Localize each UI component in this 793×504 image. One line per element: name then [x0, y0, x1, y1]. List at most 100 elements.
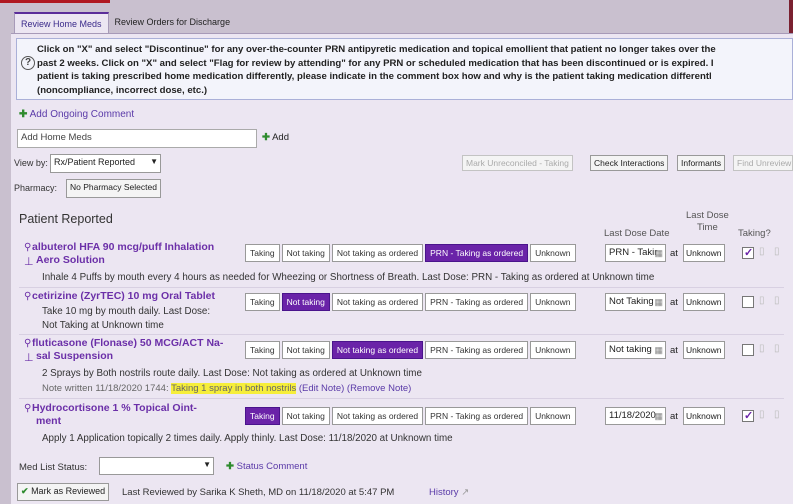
row-divider: [19, 398, 784, 399]
note-highlight: Taking 1 spray in both nostrils: [171, 383, 297, 394]
med-sig: Take 10 mg by mouth daily. Last Dose:: [42, 306, 211, 317]
mark-as-reviewed-button[interactable]: ✔ Mark as Reviewed: [17, 483, 110, 501]
status-prn-taking-as-ordered[interactable]: PRN - Taking as ordered: [425, 293, 529, 311]
tab-review-home-meds[interactable]: Review Home Meds: [14, 12, 109, 34]
med-name[interactable]: fluticasone (Flonase) 50 MCG/ACT Na-: [32, 337, 223, 350]
delete-icon[interactable]: ▯: [774, 246, 780, 257]
status-unknown[interactable]: Unknown: [530, 244, 576, 262]
status-prn-taking-as-ordered[interactable]: PRN - Taking as ordered: [425, 407, 529, 425]
status-not-taking[interactable]: Not taking: [281, 293, 330, 311]
top-accent-bar: [0, 0, 110, 3]
last-dose-time-input[interactable]: Unknown: [683, 341, 725, 359]
plus-icon: ✚: [19, 109, 28, 120]
med-name[interactable]: Hydrocortisone 1 % Topical Oint-: [32, 402, 197, 415]
mark-unreconciled-button[interactable]: Mark Unreconciled - Taking: [462, 155, 573, 171]
view-by-select[interactable]: Rx/Patient Reported ▼: [50, 154, 161, 173]
informants-button[interactable]: Informants: [677, 155, 726, 171]
document-icon[interactable]: ▯: [759, 295, 765, 306]
status-taking[interactable]: Taking: [245, 407, 280, 425]
status-not-taking[interactable]: Not taking: [281, 407, 330, 425]
external-link-icon: ↗: [461, 487, 470, 498]
last-dose-time-input[interactable]: Unknown: [683, 293, 725, 311]
taking-checkbox[interactable]: [742, 296, 754, 308]
column-last-dose-time-line1: Last Dose: [686, 210, 729, 221]
tab-review-orders-for-discharge[interactable]: Review Orders for Discharge: [109, 12, 237, 34]
med-sig: Inhale 4 Puffs by mouth every 4 hours as…: [42, 272, 655, 283]
document-icon[interactable]: ▯: [759, 343, 765, 354]
status-taking[interactable]: Taking: [245, 341, 280, 359]
chevron-down-icon: ▼: [203, 460, 211, 469]
add-home-meds-input[interactable]: Add Home Meds: [17, 129, 257, 148]
calendar-icon[interactable]: ▦: [654, 297, 663, 308]
pharmacy-label: Pharmacy:: [14, 183, 58, 193]
pharmacy-select-button[interactable]: No Pharmacy Selected: [66, 179, 161, 198]
med-name[interactable]: albuterol HFA 90 mcg/puff Inhalation: [32, 241, 214, 254]
at-label: at: [670, 411, 678, 422]
status-prn-taking-as-ordered[interactable]: PRN - Taking as ordered: [425, 244, 529, 262]
med-name-cont[interactable]: ment: [36, 415, 61, 428]
plus-icon: ✚: [226, 461, 234, 472]
status-unknown[interactable]: Unknown: [530, 407, 576, 425]
calendar-icon[interactable]: ▦: [654, 345, 663, 356]
plus-icon: ✚: [262, 132, 270, 143]
document-icon[interactable]: ▯: [759, 246, 765, 257]
delete-icon[interactable]: ▯: [774, 409, 780, 420]
taking-checkbox[interactable]: [742, 344, 754, 356]
document-icon[interactable]: ▯: [759, 409, 765, 420]
last-dose-date-input[interactable]: Not taking ▦: [605, 341, 666, 359]
delete-icon[interactable]: ▯: [774, 343, 780, 354]
inhaler-icon: ⊥: [24, 256, 34, 268]
last-dose-time-input[interactable]: Unknown: [683, 407, 725, 425]
med-name[interactable]: cetirizine (ZyrTEC) 10 mg Oral Tablet: [32, 290, 215, 303]
last-dose-date-value: PRN - Takir: [609, 247, 658, 258]
status-unknown[interactable]: Unknown: [530, 293, 576, 311]
check-interactions-button[interactable]: Check Interactions: [590, 155, 669, 171]
status-not-taking[interactable]: Not taking: [281, 341, 330, 359]
add-ongoing-comment-link[interactable]: ✚ Add Ongoing Comment: [19, 109, 134, 120]
section-title-patient-reported: Patient Reported: [19, 212, 113, 226]
status-not-taking-as-ordered[interactable]: Not taking as ordered: [331, 244, 424, 262]
mark-as-reviewed-label: Mark as Reviewed: [31, 486, 106, 496]
status-prn-taking-as-ordered[interactable]: PRN - Taking as ordered: [425, 341, 529, 359]
last-dose-date-input[interactable]: 11/18/2020 ▦: [605, 407, 666, 425]
last-dose-date-value: 11/18/2020: [609, 410, 656, 421]
status-not-taking-as-ordered[interactable]: Not taking as ordered: [331, 293, 424, 311]
medication-icon: ⚲: [24, 338, 32, 349]
at-label: at: [670, 297, 678, 308]
instruction-banner: ? Click on "X" and select "Discontinue" …: [16, 38, 793, 100]
help-icon: ?: [21, 56, 35, 70]
status-taking[interactable]: Taking: [245, 293, 280, 311]
status-not-taking-as-ordered[interactable]: Not taking as ordered: [331, 407, 424, 425]
medication-icon: ⚲: [24, 403, 32, 414]
status-options: Taking Not taking Not taking as ordered …: [245, 341, 576, 359]
inhaler-icon: ⊥: [24, 352, 34, 364]
find-unreviewed-button[interactable]: Find Unreview: [733, 155, 793, 171]
chevron-down-icon: ▼: [150, 157, 158, 166]
status-not-taking-as-ordered[interactable]: Not taking as ordered: [331, 341, 424, 359]
last-dose-date-input[interactable]: Not Taking ▦: [605, 293, 666, 311]
calendar-icon[interactable]: ▦: [654, 411, 663, 422]
last-dose-date-value: Not taking: [609, 344, 652, 355]
instruction-text: Click on "X" and select "Discontinue" fo…: [37, 44, 716, 96]
history-link[interactable]: History ↗: [429, 487, 469, 498]
remove-note-link[interactable]: (Remove Note): [347, 383, 411, 394]
last-dose-date-input[interactable]: PRN - Takir ▦: [605, 244, 666, 262]
last-dose-time-input[interactable]: Unknown: [683, 244, 725, 262]
add-med-button[interactable]: ✚ Add: [262, 132, 289, 143]
taking-checkbox[interactable]: [742, 246, 754, 259]
med-name-cont[interactable]: sal Suspension: [36, 350, 113, 363]
status-comment-link[interactable]: ✚ Status Comment: [226, 461, 307, 472]
med-name-cont[interactable]: Aero Solution: [36, 254, 105, 267]
taking-checkbox[interactable]: [742, 409, 754, 422]
delete-icon[interactable]: ▯: [774, 295, 780, 306]
calendar-icon[interactable]: ▦: [654, 248, 663, 259]
med-note: Note written 11/18/2020 1744: Taking 1 s…: [42, 383, 411, 394]
status-options: Taking Not taking Not taking as ordered …: [245, 293, 576, 311]
status-not-taking[interactable]: Not taking: [281, 244, 330, 262]
med-list-status-select[interactable]: ▼: [99, 457, 214, 475]
column-last-dose-time: Last Dose Time: [686, 210, 729, 234]
edit-note-link[interactable]: (Edit Note): [299, 383, 344, 394]
status-unknown[interactable]: Unknown: [530, 341, 576, 359]
status-taking[interactable]: Taking: [245, 244, 280, 262]
status-options: Taking Not taking Not taking as ordered …: [245, 244, 576, 262]
